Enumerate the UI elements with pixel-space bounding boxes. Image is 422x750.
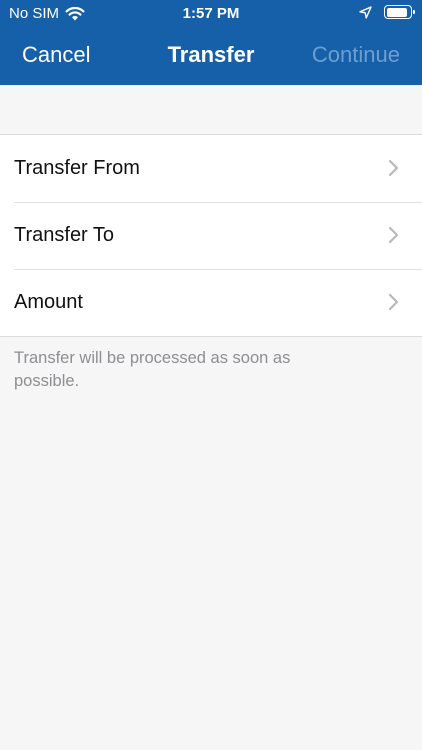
location-arrow-icon: [359, 5, 372, 19]
chevron-right-icon: [388, 159, 399, 177]
processing-note: Transfer will be processed as soon as po…: [14, 349, 291, 390]
transfer-from-row[interactable]: Transfer From: [0, 135, 422, 202]
chevron-right-icon: [388, 293, 399, 311]
row-label: Transfer To: [14, 224, 115, 246]
status-right: [359, 5, 415, 19]
nav-bar: Cancel Transfer Continue: [0, 36, 422, 76]
chevron-right-icon: [388, 226, 399, 244]
status-bar: No SIM 1:57 PM: [0, 0, 422, 28]
row-label: Transfer From: [14, 157, 140, 179]
amount-row[interactable]: Amount: [0, 269, 422, 336]
row-label: Amount: [14, 291, 83, 313]
transfer-to-row[interactable]: Transfer To: [0, 202, 422, 269]
continue-button[interactable]: Continue: [312, 42, 400, 68]
header: No SIM 1:57 PM Cancel Transfer Continue: [0, 0, 422, 85]
battery-icon: [384, 5, 415, 19]
transfer-options-list: Transfer From Transfer To Amount: [0, 134, 422, 337]
